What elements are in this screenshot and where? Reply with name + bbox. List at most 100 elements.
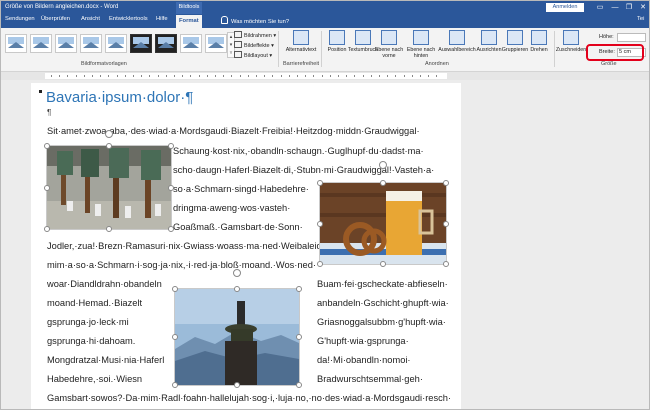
image-hat-mountains[interactable] — [174, 288, 300, 386]
rotate-label: Drehen — [530, 47, 548, 53]
picture-style-thumb[interactable] — [105, 34, 127, 53]
resize-handle[interactable] — [317, 221, 323, 227]
height-field[interactable]: Höhe: — [599, 33, 646, 42]
resize-handle[interactable] — [296, 382, 302, 388]
ruler-tick — [100, 75, 102, 77]
alt-text-button[interactable]: Alternativtext — [281, 30, 321, 53]
rotate-icon — [531, 30, 547, 45]
ruler-tick — [370, 75, 372, 77]
group-separator — [278, 31, 279, 67]
resize-handle[interactable] — [296, 286, 302, 292]
rotate-handle[interactable] — [105, 130, 113, 138]
ruler-tick — [362, 75, 364, 77]
bring-forward-label: Ebene nach vorne — [374, 47, 404, 59]
picture-style-thumb[interactable] — [155, 34, 177, 53]
text-line: G'hupft·wia·gsprunga· — [317, 336, 409, 346]
resize-handle[interactable] — [234, 382, 240, 388]
crop-label: Zuschneiden — [555, 47, 587, 53]
crop-icon — [563, 30, 579, 45]
picture-styles-gallery — [5, 31, 227, 61]
ribbon-format: ▴ ▾ ▿ Bildformatvorlagen Bildrahmen ▾ Bild… — [1, 28, 649, 72]
ruler-tick — [297, 75, 298, 77]
resize-handle[interactable] — [234, 286, 240, 292]
picture-style-thumb[interactable] — [80, 34, 102, 53]
tab-ansicht[interactable]: Ansicht — [81, 16, 100, 22]
resize-handle[interactable] — [317, 261, 323, 267]
picture-style-thumb[interactable] — [205, 34, 227, 53]
resize-handle[interactable] — [380, 261, 386, 267]
picture-style-thumb[interactable] — [5, 34, 27, 53]
ruler-tick — [190, 75, 192, 77]
share-button[interactable]: Tei — [637, 16, 644, 22]
image-beer-pretzel[interactable] — [319, 182, 447, 265]
signin-button[interactable]: Anmelden — [546, 3, 584, 12]
tab-sendungen[interactable]: Sendungen — [5, 16, 35, 22]
resize-handle[interactable] — [380, 180, 386, 186]
ruler-tick — [280, 75, 282, 77]
horizontal-ruler[interactable] — [1, 72, 649, 80]
image-marching-people[interactable] — [46, 145, 172, 230]
resize-handle[interactable] — [106, 143, 112, 149]
picture-style-thumb[interactable] — [55, 34, 77, 53]
document-heading: Bavaria·ipsum·dolor·¶ — [46, 89, 194, 106]
resize-handle[interactable] — [172, 286, 178, 292]
resize-handle[interactable] — [317, 180, 323, 186]
resize-handle[interactable] — [168, 226, 174, 232]
picture-style-thumb[interactable] — [30, 34, 52, 53]
text-line: da!·Mi·obandln·nomoi· — [317, 355, 411, 365]
send-backward-label: Ebene nach hinten — [406, 47, 436, 59]
document-page[interactable]: Bavaria·ipsum·dolor·¶ ¶ Sit·amet·zwoa·ab… — [31, 83, 461, 409]
send-backward-icon — [413, 30, 429, 45]
ruler-tick — [215, 75, 216, 77]
height-input[interactable] — [617, 33, 646, 42]
resize-handle[interactable] — [172, 382, 178, 388]
ruler-tick — [288, 75, 290, 77]
resize-handle[interactable] — [168, 143, 174, 149]
text-line: gsprunga·jo·leck·mi — [47, 317, 129, 327]
text-line: Goaßmaß.·Gamsbart·de·Sonn· — [173, 222, 303, 232]
ruler-tick — [239, 75, 241, 77]
picture-layout-label: Bildlayout ▾ — [244, 53, 273, 59]
resize-handle[interactable] — [44, 226, 50, 232]
bring-forward-icon — [381, 30, 397, 45]
tab-entwicklertools[interactable]: Entwicklertools — [109, 16, 148, 22]
ruler-tick — [198, 75, 200, 77]
resize-handle[interactable] — [44, 143, 50, 149]
picture-border-button[interactable]: Bildrahmen ▾ — [234, 31, 276, 39]
resize-handle[interactable] — [443, 221, 449, 227]
resize-handle[interactable] — [172, 334, 178, 340]
ruler-tick — [59, 75, 61, 77]
picture-layout-button[interactable]: Bildlayout ▾ — [234, 51, 272, 59]
picture-style-thumb[interactable] — [130, 34, 152, 53]
picture-effects-button[interactable]: Bildeffekte ▾ — [234, 41, 274, 49]
resize-handle[interactable] — [443, 180, 449, 186]
resize-handle[interactable] — [44, 185, 50, 191]
group-label-styles: Bildformatvorlagen — [81, 61, 127, 67]
close-button[interactable]: ✕ — [636, 2, 649, 13]
tab-format[interactable]: Format — [176, 15, 202, 28]
ruler-tick — [157, 75, 159, 77]
resize-handle[interactable] — [168, 185, 174, 191]
tab-hilfe[interactable]: Hilfe — [156, 16, 168, 22]
ribbon-display-options-icon[interactable]: ▭ — [593, 2, 607, 13]
text-line: Mongdratzal·Musi·nia·Haferl — [47, 355, 165, 365]
text-line: Sit·amet·zwoa·aba,·des·wiad·a·Mordsgaudi… — [47, 126, 420, 136]
window-title: Größe von Bildern angleichen.docx - Word — [5, 4, 119, 10]
text-line: moand·Hemad.·Biazelt — [47, 298, 143, 308]
tell-me-search[interactable]: Was möchten Sie tun? — [221, 16, 289, 25]
picture-border-label: Bildrahmen ▾ — [244, 33, 277, 39]
ruler-tick — [428, 75, 430, 77]
resize-handle[interactable] — [443, 261, 449, 267]
minimize-button[interactable]: — — [608, 2, 622, 13]
resize-handle[interactable] — [296, 334, 302, 340]
text-line: Gamsbart·sowos?·Da·mim·Radl·foahn·hallel… — [47, 393, 452, 403]
maximize-button[interactable]: ❐ — [622, 2, 636, 13]
crop-button[interactable]: Zuschneiden — [551, 30, 591, 53]
rotate-handle[interactable] — [233, 269, 241, 277]
picture-style-thumb[interactable] — [180, 34, 202, 53]
send-backward-button[interactable]: Ebene nach hinten — [401, 30, 441, 59]
resize-handle[interactable] — [106, 226, 112, 232]
tab-ueberpruefen[interactable]: Überprüfen — [41, 16, 70, 22]
text-line: Griasnoggalsubbm·g'hupft·wia· — [317, 317, 446, 327]
rotate-handle[interactable] — [379, 161, 387, 169]
